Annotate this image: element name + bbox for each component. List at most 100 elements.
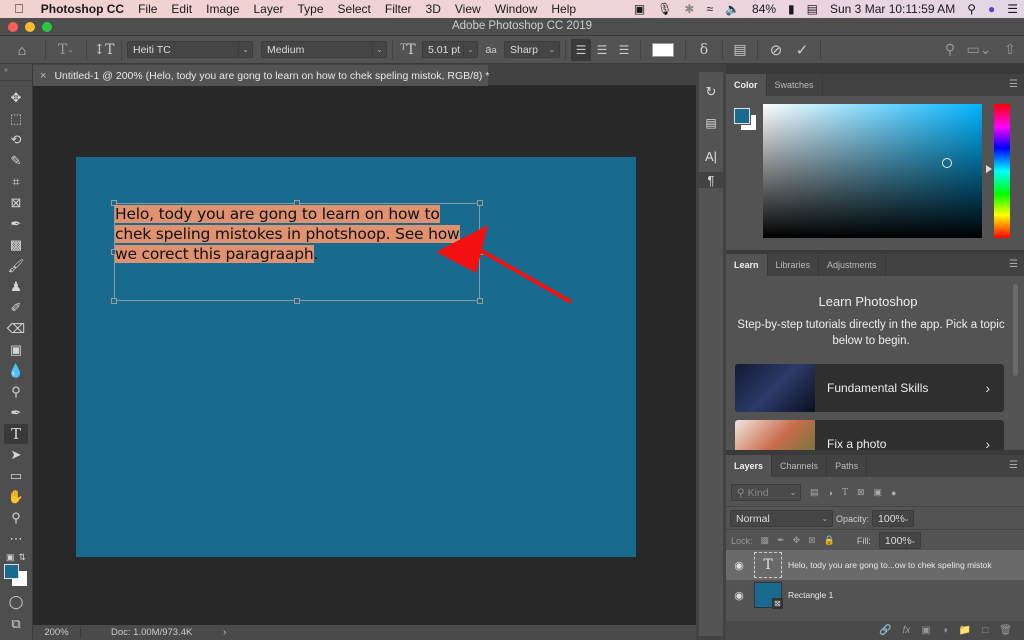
tool-preset-text-icon[interactable]: T ⌄ bbox=[51, 39, 81, 61]
font-size-select[interactable]: 5.01 pt ⌄ bbox=[422, 41, 478, 58]
menu-edit[interactable]: Edit bbox=[164, 0, 199, 18]
menu-select[interactable]: Select bbox=[331, 0, 378, 18]
type-tool-icon[interactable]: T bbox=[4, 424, 28, 444]
frame-tool-icon[interactable]: ⊠ bbox=[4, 193, 28, 213]
panel-menu-icon[interactable]: ☰ bbox=[1009, 260, 1018, 270]
spotlight-search-icon[interactable]: ⚲ bbox=[961, 2, 982, 16]
menu-file[interactable]: File bbox=[131, 0, 164, 18]
quick-selection-tool-icon[interactable]: ✎ bbox=[4, 151, 28, 171]
delete-layer-trash-icon[interactable]: 🗑 bbox=[999, 625, 1012, 636]
new-group-folder-icon[interactable]: 📁 bbox=[959, 625, 971, 636]
lock-all-icon[interactable]: 🔒 bbox=[824, 535, 835, 546]
notification-center-icon[interactable]: ☰ bbox=[1001, 2, 1024, 16]
calendar-icon[interactable]: ▤ bbox=[801, 2, 824, 16]
zoom-tool-icon[interactable]: ⚲ bbox=[4, 508, 28, 528]
lock-artboard-icon[interactable]: ⊠ bbox=[808, 535, 816, 546]
workspace-switcher-icon[interactable]: ▭⌄ bbox=[962, 39, 996, 61]
zoom-level[interactable]: 200% bbox=[33, 627, 81, 638]
edit-toolbar-icon[interactable]: ⋯ bbox=[4, 529, 28, 549]
layer-name[interactable]: Rectangle 1 bbox=[788, 590, 833, 600]
canvas-area[interactable]: Helo, tody you are gong to learn on how … bbox=[33, 86, 696, 625]
warp-text-icon[interactable]: ẟ bbox=[691, 39, 717, 61]
toggle-text-orientation-icon[interactable]: ↕T bbox=[92, 39, 116, 61]
tab-paths[interactable]: Paths bbox=[827, 455, 868, 477]
menu-type[interactable]: Type bbox=[291, 0, 331, 18]
lock-image-pixels-icon[interactable]: ✒ bbox=[777, 535, 785, 546]
learn-card-fix-a-photo[interactable]: Fix a photo › bbox=[735, 420, 1004, 450]
fill-input[interactable]: 100% ⌄ bbox=[878, 532, 921, 549]
rectangle-tool-icon[interactable]: ▭ bbox=[4, 466, 28, 486]
learn-card-fundamental-skills[interactable]: Fundamental Skills › bbox=[735, 364, 1004, 412]
status-menu-arrow-icon[interactable]: › bbox=[223, 627, 226, 638]
hand-tool-icon[interactable]: ✋ bbox=[4, 487, 28, 507]
properties-panel-icon[interactable]: ▤ bbox=[699, 116, 723, 130]
share-icon[interactable]: ⇧ bbox=[996, 39, 1024, 61]
dodge-tool-icon[interactable]: ⚲ bbox=[4, 382, 28, 402]
layer-name[interactable]: Helo, tody you are gong to...ow to chek … bbox=[788, 560, 992, 570]
search-icon[interactable]: ⚲ bbox=[938, 39, 962, 61]
menu-filter[interactable]: Filter bbox=[378, 0, 419, 18]
align-center-button[interactable]: ☰ bbox=[591, 39, 613, 61]
foreground-color-chip[interactable] bbox=[733, 107, 751, 125]
font-family-select[interactable]: Heiti TC ⌄ bbox=[127, 41, 253, 58]
eraser-tool-icon[interactable]: ⌫ bbox=[4, 319, 28, 339]
filter-smart-object-icon[interactable]: ▣ bbox=[874, 487, 883, 498]
filter-type-icon[interactable]: T bbox=[842, 488, 848, 498]
tab-swatches[interactable]: Swatches bbox=[767, 74, 823, 96]
brush-tool-icon[interactable]: 🖌 bbox=[4, 256, 28, 276]
blur-tool-icon[interactable]: 💧 bbox=[4, 361, 28, 381]
layer-row-rectangle[interactable]: ◉ ⊠ Rectangle 1 bbox=[726, 580, 1024, 610]
chevron-down-icon[interactable]: ⌄ bbox=[899, 511, 913, 526]
wifi-icon[interactable]: ≈ bbox=[700, 2, 719, 16]
display-icon[interactable]: ▣ bbox=[628, 2, 651, 16]
menu-help[interactable]: Help bbox=[544, 0, 583, 18]
screen-mode-icon[interactable]: ⧉ bbox=[4, 614, 28, 634]
history-brush-tool-icon[interactable]: ✐ bbox=[4, 298, 28, 318]
character-paragraph-panel-icon[interactable]: ▤ bbox=[728, 39, 752, 61]
filter-adjustment-icon[interactable]: ◑ bbox=[828, 488, 833, 498]
panel-menu-icon[interactable]: ☰ bbox=[1009, 461, 1018, 471]
history-panel-icon[interactable]: ↻ bbox=[699, 84, 723, 100]
battery-icon[interactable]: ▮ bbox=[782, 2, 801, 16]
paragraph-panel-icon[interactable]: ¶ bbox=[699, 173, 723, 188]
align-left-button[interactable]: ☰ bbox=[571, 38, 591, 61]
visibility-eye-icon[interactable]: ◉ bbox=[726, 559, 752, 572]
resize-handle[interactable] bbox=[111, 298, 117, 304]
menu-window[interactable]: Window bbox=[488, 0, 545, 18]
filter-toggle-icon[interactable]: ● bbox=[891, 488, 896, 498]
clock[interactable]: Sun 3 Mar 10:11:59 AM bbox=[824, 2, 961, 16]
bluetooth-icon[interactable]: ✱ bbox=[678, 2, 700, 16]
gradient-tool-icon[interactable]: ▣ bbox=[4, 340, 28, 360]
new-adjustment-layer-icon[interactable]: ◑ bbox=[942, 625, 948, 636]
filter-kind-select[interactable]: ⚲ Kind ⌄ bbox=[731, 484, 801, 501]
close-tab-icon[interactable]: × bbox=[40, 70, 46, 82]
quick-mask-icon[interactable]: ◯ bbox=[4, 592, 28, 612]
opacity-input[interactable]: 100% ⌄ bbox=[872, 510, 915, 527]
hue-slider[interactable] bbox=[994, 104, 1010, 238]
marquee-tool-icon[interactable]: ⬚ bbox=[4, 109, 28, 129]
healing-brush-tool-icon[interactable]: ▩ bbox=[4, 235, 28, 255]
swap-colors-icon[interactable]: ⇅ bbox=[18, 552, 26, 563]
visibility-eye-icon[interactable]: ◉ bbox=[726, 589, 752, 602]
blend-mode-select[interactable]: Normal ⌄ bbox=[730, 510, 833, 527]
layer-style-fx-icon[interactable]: fx bbox=[903, 625, 911, 636]
menu-image[interactable]: Image bbox=[199, 0, 246, 18]
learn-scrollbar[interactable] bbox=[1013, 284, 1018, 376]
filter-pixel-icon[interactable]: ▤ bbox=[810, 487, 819, 498]
align-right-button[interactable]: ☰ bbox=[613, 39, 635, 61]
tab-libraries[interactable]: Libraries bbox=[768, 254, 820, 276]
lock-transparent-pixels-icon[interactable]: ▩ bbox=[761, 535, 770, 546]
link-layers-icon[interactable]: 🔗 bbox=[879, 625, 891, 636]
resize-handle[interactable] bbox=[294, 298, 300, 304]
selected-text-line[interactable]: we corect this paragraaph bbox=[115, 245, 314, 263]
lock-position-icon[interactable]: ✥ bbox=[793, 535, 801, 546]
menu-view[interactable]: View bbox=[448, 0, 488, 18]
panel-menu-icon[interactable]: ☰ bbox=[1009, 80, 1018, 90]
apple-menu-icon[interactable]:  bbox=[0, 0, 34, 18]
battery-percent[interactable]: 84% bbox=[746, 2, 782, 16]
tab-adjustments[interactable]: Adjustments bbox=[819, 254, 886, 276]
tab-channels[interactable]: Channels bbox=[772, 455, 828, 477]
pen-tool-icon[interactable]: ✒ bbox=[4, 403, 28, 423]
add-mask-icon[interactable]: ▣ bbox=[921, 625, 930, 636]
anti-alias-select[interactable]: Sharp ⌄ bbox=[504, 41, 560, 58]
